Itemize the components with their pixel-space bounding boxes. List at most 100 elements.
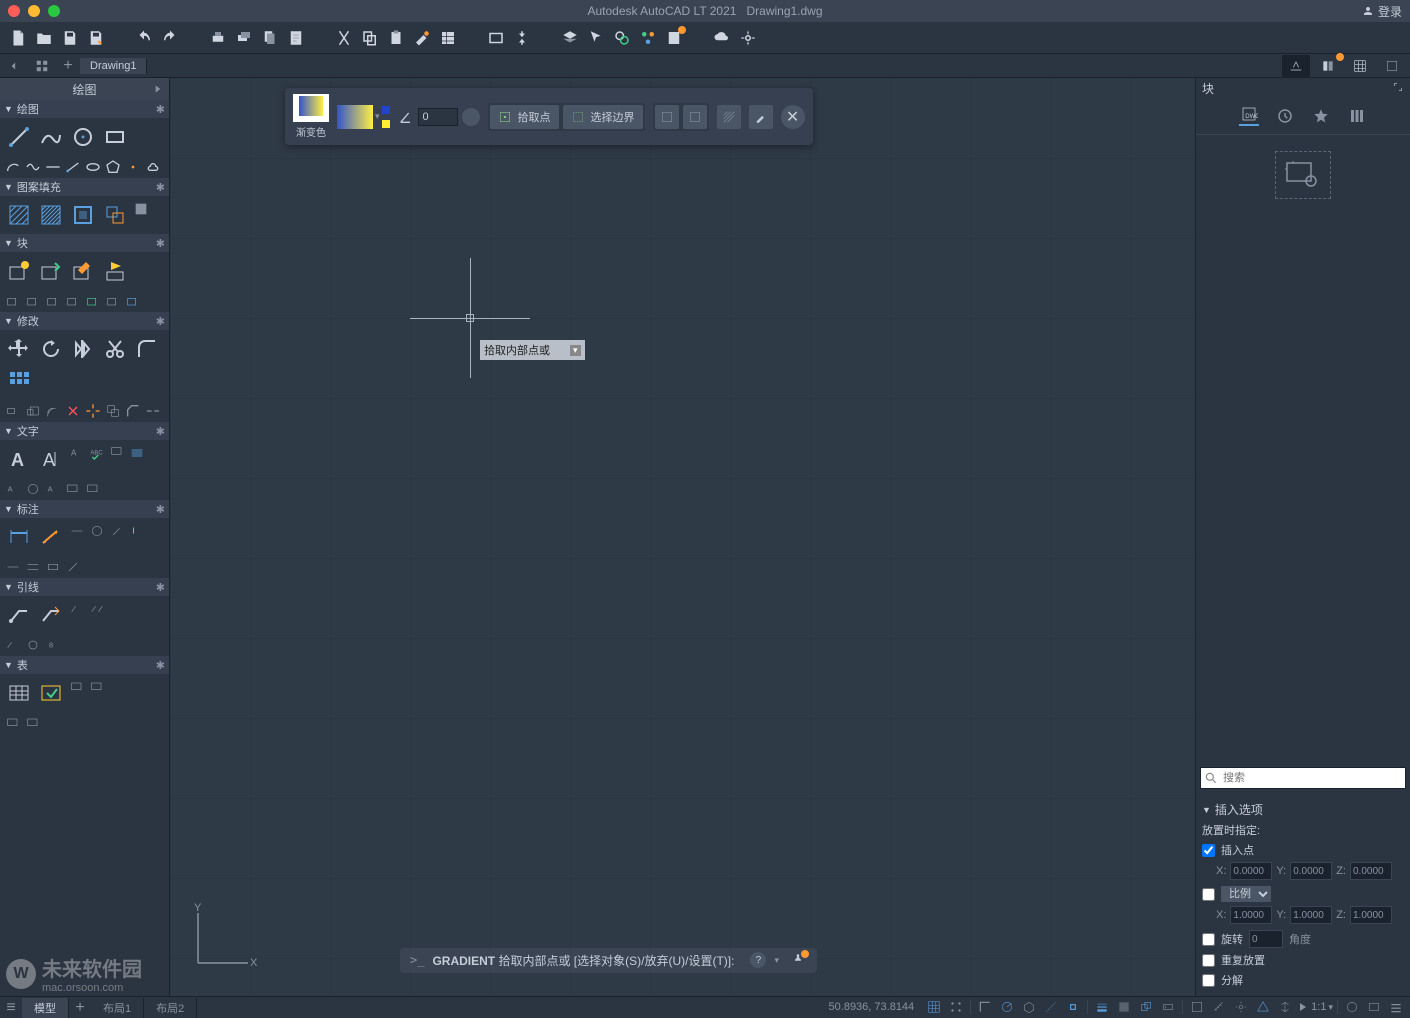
palette-tool-1[interactable] bbox=[1282, 55, 1310, 77]
match-properties-icon[interactable] bbox=[412, 28, 432, 48]
pan-icon[interactable] bbox=[512, 28, 532, 48]
collapse-left-icon[interactable] bbox=[0, 59, 28, 73]
layout-list-icon[interactable]: ≡ bbox=[0, 999, 22, 1017]
text-style-tool[interactable]: A bbox=[68, 444, 86, 462]
quick-properties-icon[interactable] bbox=[1187, 997, 1207, 1017]
block-sub-2[interactable] bbox=[24, 292, 42, 310]
gear-icon[interactable]: ✱ bbox=[156, 425, 165, 438]
line-tool[interactable] bbox=[4, 122, 34, 152]
gradient-preview-icon[interactable] bbox=[293, 94, 329, 122]
rotation-input[interactable] bbox=[1249, 930, 1283, 948]
table-sub-1[interactable] bbox=[68, 678, 86, 696]
leader-sub-5[interactable]: 8 bbox=[44, 636, 62, 654]
new-file-icon[interactable] bbox=[8, 28, 28, 48]
ortho-mode-icon[interactable] bbox=[975, 997, 995, 1017]
move-tool[interactable] bbox=[4, 334, 34, 364]
workspace-icon[interactable] bbox=[1231, 997, 1251, 1017]
tab-favorites[interactable] bbox=[1311, 106, 1331, 126]
gear-icon[interactable]: ✱ bbox=[156, 237, 165, 250]
command-line[interactable]: >_ GRADIENT 拾取内部点或 [选择对象(S)/放弃(U)/设置(T)]… bbox=[400, 946, 1195, 974]
trim-tool[interactable] bbox=[100, 334, 130, 364]
gradient-color-picker[interactable] bbox=[337, 105, 373, 129]
lineweight-icon[interactable] bbox=[1092, 997, 1112, 1017]
find-text-tool[interactable] bbox=[108, 444, 126, 462]
section-dimension[interactable]: ▼标注✱ bbox=[0, 500, 169, 518]
open-file-icon[interactable] bbox=[34, 28, 54, 48]
section-block[interactable]: ▼块✱ bbox=[0, 234, 169, 252]
copy-tool[interactable] bbox=[104, 402, 122, 420]
layout2-tab[interactable]: 布局2 bbox=[144, 998, 197, 1018]
select-icon[interactable] bbox=[586, 28, 606, 48]
insert-y-input[interactable] bbox=[1290, 862, 1332, 880]
gradient-dropdown-icon[interactable]: ▾ bbox=[375, 111, 380, 122]
hatch-option-2[interactable] bbox=[683, 105, 707, 129]
copy-icon[interactable] bbox=[360, 28, 380, 48]
leader-sub-2[interactable] bbox=[88, 600, 106, 618]
osnap-icon[interactable] bbox=[1063, 997, 1083, 1017]
dim-sub-1[interactable] bbox=[68, 522, 86, 540]
block-attribute-tool[interactable] bbox=[100, 256, 130, 286]
block-sub-6[interactable] bbox=[104, 292, 122, 310]
undo-icon[interactable] bbox=[134, 28, 154, 48]
tab-current-drawing[interactable]: DWG bbox=[1239, 106, 1259, 126]
scale-checkbox[interactable] bbox=[1202, 888, 1215, 901]
eyedropper-icon[interactable] bbox=[749, 105, 773, 129]
scale-tool[interactable] bbox=[24, 402, 42, 420]
gear-icon[interactable]: ✱ bbox=[156, 315, 165, 328]
explode-checkbox[interactable] bbox=[1202, 974, 1215, 987]
tab-libraries[interactable] bbox=[1347, 106, 1367, 126]
dim-sub-7[interactable] bbox=[44, 558, 62, 576]
array-tool[interactable] bbox=[4, 366, 34, 396]
block-sub-1[interactable] bbox=[4, 292, 22, 310]
gear-icon[interactable]: ✱ bbox=[156, 181, 165, 194]
polyline-tool[interactable] bbox=[36, 122, 66, 152]
plot-icon[interactable] bbox=[208, 28, 228, 48]
table-sub-4[interactable] bbox=[24, 714, 42, 732]
block-sub-4[interactable] bbox=[64, 292, 82, 310]
save-icon[interactable] bbox=[60, 28, 80, 48]
explode-tool[interactable] bbox=[84, 402, 102, 420]
mtext-tool[interactable]: A bbox=[4, 444, 34, 474]
section-table[interactable]: ▼表✱ bbox=[0, 656, 169, 674]
customization-icon[interactable] bbox=[1386, 997, 1406, 1017]
leader-align-tool[interactable] bbox=[36, 600, 66, 630]
mirror-tool[interactable] bbox=[68, 334, 98, 364]
annotation-scale-icon[interactable] bbox=[1275, 997, 1295, 1017]
spline-tool[interactable] bbox=[24, 158, 42, 176]
spell-check-tool[interactable]: ABC bbox=[88, 444, 106, 462]
color-swatch-1[interactable] bbox=[382, 106, 390, 114]
single-text-tool[interactable]: A bbox=[36, 444, 66, 474]
snap-mode-icon[interactable] bbox=[946, 997, 966, 1017]
create-block-tool[interactable] bbox=[36, 256, 66, 286]
region-tool[interactable] bbox=[100, 200, 130, 230]
tab-recent[interactable] bbox=[1275, 106, 1295, 126]
section-hatch[interactable]: ▼图案填充✱ bbox=[0, 178, 169, 196]
stretch-tool[interactable] bbox=[4, 402, 22, 420]
scale-x-input[interactable] bbox=[1230, 906, 1272, 924]
xref-icon[interactable] bbox=[638, 28, 658, 48]
page-setup-icon[interactable] bbox=[260, 28, 280, 48]
repeat-checkbox[interactable] bbox=[1202, 954, 1215, 967]
new-tab-button[interactable]: + bbox=[56, 57, 80, 75]
rotate-tool[interactable] bbox=[36, 334, 66, 364]
login-button[interactable]: 登录 bbox=[1362, 3, 1402, 20]
revision-cloud-tool[interactable] bbox=[144, 158, 162, 176]
selection-cycling-icon[interactable] bbox=[1136, 997, 1156, 1017]
close-window-button[interactable] bbox=[8, 5, 20, 17]
wipeout-tool[interactable] bbox=[132, 200, 150, 218]
linear-dim-tool[interactable] bbox=[4, 522, 34, 552]
text-sub-4[interactable] bbox=[64, 480, 82, 498]
leader-sub-4[interactable] bbox=[24, 636, 42, 654]
arc-tool[interactable] bbox=[4, 158, 22, 176]
dim-sub-4[interactable]: I bbox=[128, 522, 146, 540]
scale-dropdown[interactable]: 比例 bbox=[1221, 886, 1271, 902]
dynamic-input-icon[interactable] bbox=[1158, 997, 1178, 1017]
ellipse-tool[interactable] bbox=[84, 158, 102, 176]
model-tab[interactable]: 模型 bbox=[22, 998, 69, 1018]
minimize-window-button[interactable] bbox=[28, 5, 40, 17]
block-sub-5[interactable] bbox=[84, 292, 102, 310]
start-tab-icon[interactable] bbox=[28, 59, 56, 73]
text-sub-2[interactable] bbox=[24, 480, 42, 498]
chamfer-tool[interactable] bbox=[124, 402, 142, 420]
section-leader[interactable]: ▼引线✱ bbox=[0, 578, 169, 596]
